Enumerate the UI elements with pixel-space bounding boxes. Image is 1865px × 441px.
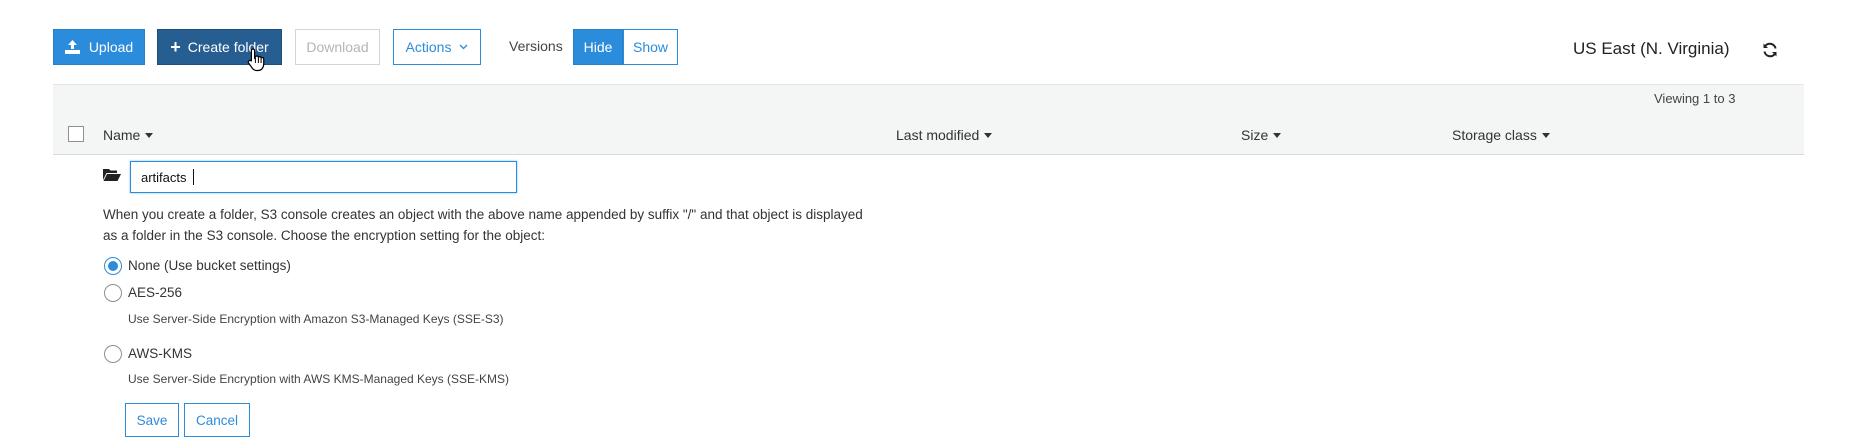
folder-name-input[interactable]: artifacts [130, 161, 517, 193]
actions-label: Actions [405, 39, 452, 55]
plus-icon: + [170, 36, 181, 57]
encryption-none-radio[interactable] [104, 257, 122, 275]
upload-label: Upload [88, 39, 134, 55]
folder-name-value: artifacts [141, 170, 187, 185]
encryption-awskms-label[interactable]: AWS-KMS [128, 346, 192, 361]
caret-down-icon [1541, 132, 1550, 138]
folder-open-icon [103, 168, 121, 182]
refresh-icon[interactable] [1762, 42, 1778, 58]
column-name-header[interactable]: Name [103, 127, 154, 143]
encryption-awskms-note: Use Server-Side Encryption with AWS KMS-… [128, 372, 510, 386]
encryption-aes256-label[interactable]: AES-256 [128, 285, 182, 300]
column-name-label: Name [103, 127, 141, 143]
viewing-count: Viewing 1 to 3 [1654, 91, 1736, 106]
download-label: Download [306, 39, 369, 55]
column-size-label: Size [1241, 127, 1269, 143]
encryption-aes256-note: Use Server-Side Encryption with Amazon S… [128, 312, 504, 326]
encryption-none-label[interactable]: None (Use bucket settings) [128, 258, 291, 273]
region-label: US East (N. Virginia) [1573, 39, 1730, 58]
caret-down-icon [984, 132, 993, 138]
select-all-checkbox[interactable] [68, 126, 84, 142]
versions-label: Versions [509, 38, 563, 54]
folder-description: When you create a folder, S3 console cre… [103, 207, 863, 243]
column-last-modified-header[interactable]: Last modified [896, 127, 993, 143]
list-status-bar [53, 84, 1804, 116]
save-button[interactable]: Save [125, 403, 179, 437]
upload-button[interactable]: Upload [53, 29, 145, 65]
column-storage-class-label: Storage class [1452, 127, 1537, 143]
encryption-awskms-radio[interactable] [104, 345, 122, 363]
caret-down-icon [145, 132, 154, 138]
text-caret [193, 169, 194, 185]
download-button[interactable]: Download [295, 29, 380, 65]
cancel-button[interactable]: Cancel [184, 403, 250, 437]
hand-cursor-icon [247, 48, 265, 77]
encryption-aes256-radio[interactable] [104, 284, 122, 302]
actions-dropdown[interactable]: Actions [393, 29, 481, 65]
versions-hide-toggle[interactable]: Hide [573, 29, 623, 65]
column-size-header[interactable]: Size [1241, 127, 1282, 143]
upload-icon [64, 40, 80, 54]
column-storage-class-header[interactable]: Storage class [1452, 127, 1550, 143]
column-last-modified-label: Last modified [896, 127, 980, 143]
chevron-down-icon [459, 44, 468, 50]
caret-down-icon [1273, 132, 1282, 138]
versions-show-toggle[interactable]: Show [623, 29, 678, 65]
